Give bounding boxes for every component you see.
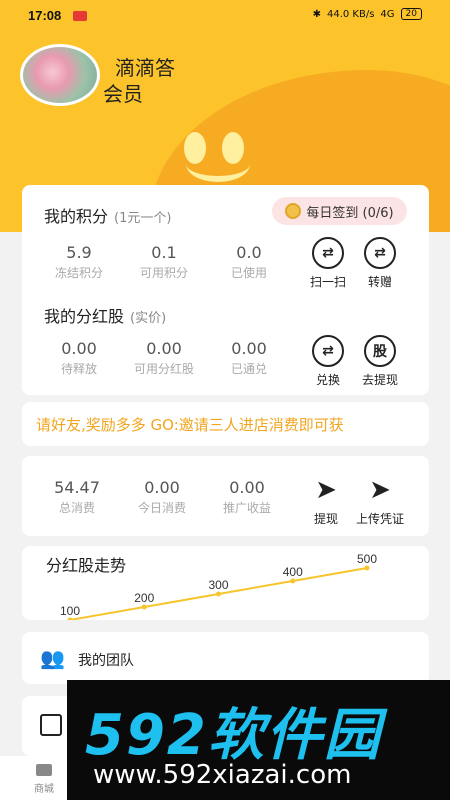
exchange-icon: ⇄ [364,237,396,269]
avatar[interactable] [20,44,100,106]
exchange-icon: ⇄ [312,335,344,367]
upload-voucher-button[interactable]: ➤ 上传凭证 [352,474,408,527]
team-label: 我的团队 [78,653,134,669]
transfer-button[interactable]: ⇄ 转赠 [352,237,408,290]
watermark: 592软件园 www.592xiazai.com [67,680,450,800]
announcement-marquee[interactable]: 请好友,奖励多多 GO:邀请三人进店消费即可获 [22,402,429,446]
exchange-button[interactable]: ⇄ 兑换 [300,335,356,388]
coin-icon [285,203,302,219]
stat-promo-income: 0.00 推广收益 [222,478,271,515]
list-icon [40,714,62,736]
trend-point [141,604,147,610]
dividend-title: 我的分红股 (实价) [44,307,167,326]
status-right: ✱ 44.0 KB/s 4G 20 [313,8,422,20]
stat-total-consume: 54.47 总消费 [54,478,100,515]
points-title: 我的积分 (1元一个) [44,207,172,226]
stat-pending: 0.00 待释放 [60,339,97,376]
daily-signin-button[interactable]: 每日签到 (0/6) [272,197,407,225]
consume-card: 54.47 总消费 0.00 今日消费 0.00 推广收益 ➤ 提现 ➤ 上传凭证 [22,456,429,536]
stat-used: 0.0 已使用 [230,243,267,280]
marquee-text: 请好友,奖励多多 GO:邀请三人进店消费即可获 [36,416,344,434]
withdraw-dividend-button[interactable]: 股去提现 [352,335,408,388]
bluetooth-icon: ✱ [312,8,321,20]
status-bar: 17:08 ✱ 44.0 KB/s 4G 20 [0,0,450,32]
watermark-brand: 592软件园 [85,703,382,768]
battery-icon: 20 [400,8,422,20]
stat-available: 0.1 可用积分 [139,243,188,280]
smiley-mouth-icon [186,146,250,182]
trend-point [290,578,296,584]
my-team-row[interactable]: 👥 我的团队 [22,632,429,684]
ribbon-icon: 股 [364,335,396,367]
trend-data-label: 300 [208,578,228,592]
send-icon: ➤ [315,475,337,505]
stat-available-dividend: 0.00 可用分红股 [133,339,194,376]
scan-button[interactable]: ⇄ 扫一扫 [300,237,356,290]
watermark-url: www.592xiazai.com [93,760,352,790]
trend-point [364,565,370,571]
withdraw-button[interactable]: ➤ 提现 [298,474,354,527]
trend-data-label: 400 [283,565,303,579]
stat-today-consume: 0.00 今日消费 [137,478,186,515]
send-icon: ➤ [369,475,391,505]
trend-point [216,591,221,597]
network-speed: 44.0 KB/s [326,8,375,20]
stat-frozen: 5.9 冻结积分 [54,243,103,280]
trend-data-label: 100 [60,604,80,618]
trend-chart: 100 200 300 400 500 [60,552,377,620]
status-time: 17:08 [28,8,62,23]
tab-mall[interactable]: 商城 [22,764,66,795]
team-icon: 👥 [40,646,65,670]
notification-icon [73,11,87,21]
user-level: 会员 [103,82,143,106]
trend-data-label: 200 [134,591,154,605]
points-card: 我的积分 (1元一个) 每日签到 (0/6) 5.9 冻结积分 0.1 可用积分 0.… [22,185,429,395]
trend-data-label: 500 [357,552,377,566]
signal-label: 4G [380,8,395,20]
shop-icon [36,764,52,776]
exchange-icon: ⇄ [312,237,344,269]
dividend-trend-card: 分红股走势 100 200 300 400 500 [22,546,429,620]
stat-redeemed: 0.00 已通兑 [230,339,267,376]
user-name: 滴滴答 [115,56,175,80]
